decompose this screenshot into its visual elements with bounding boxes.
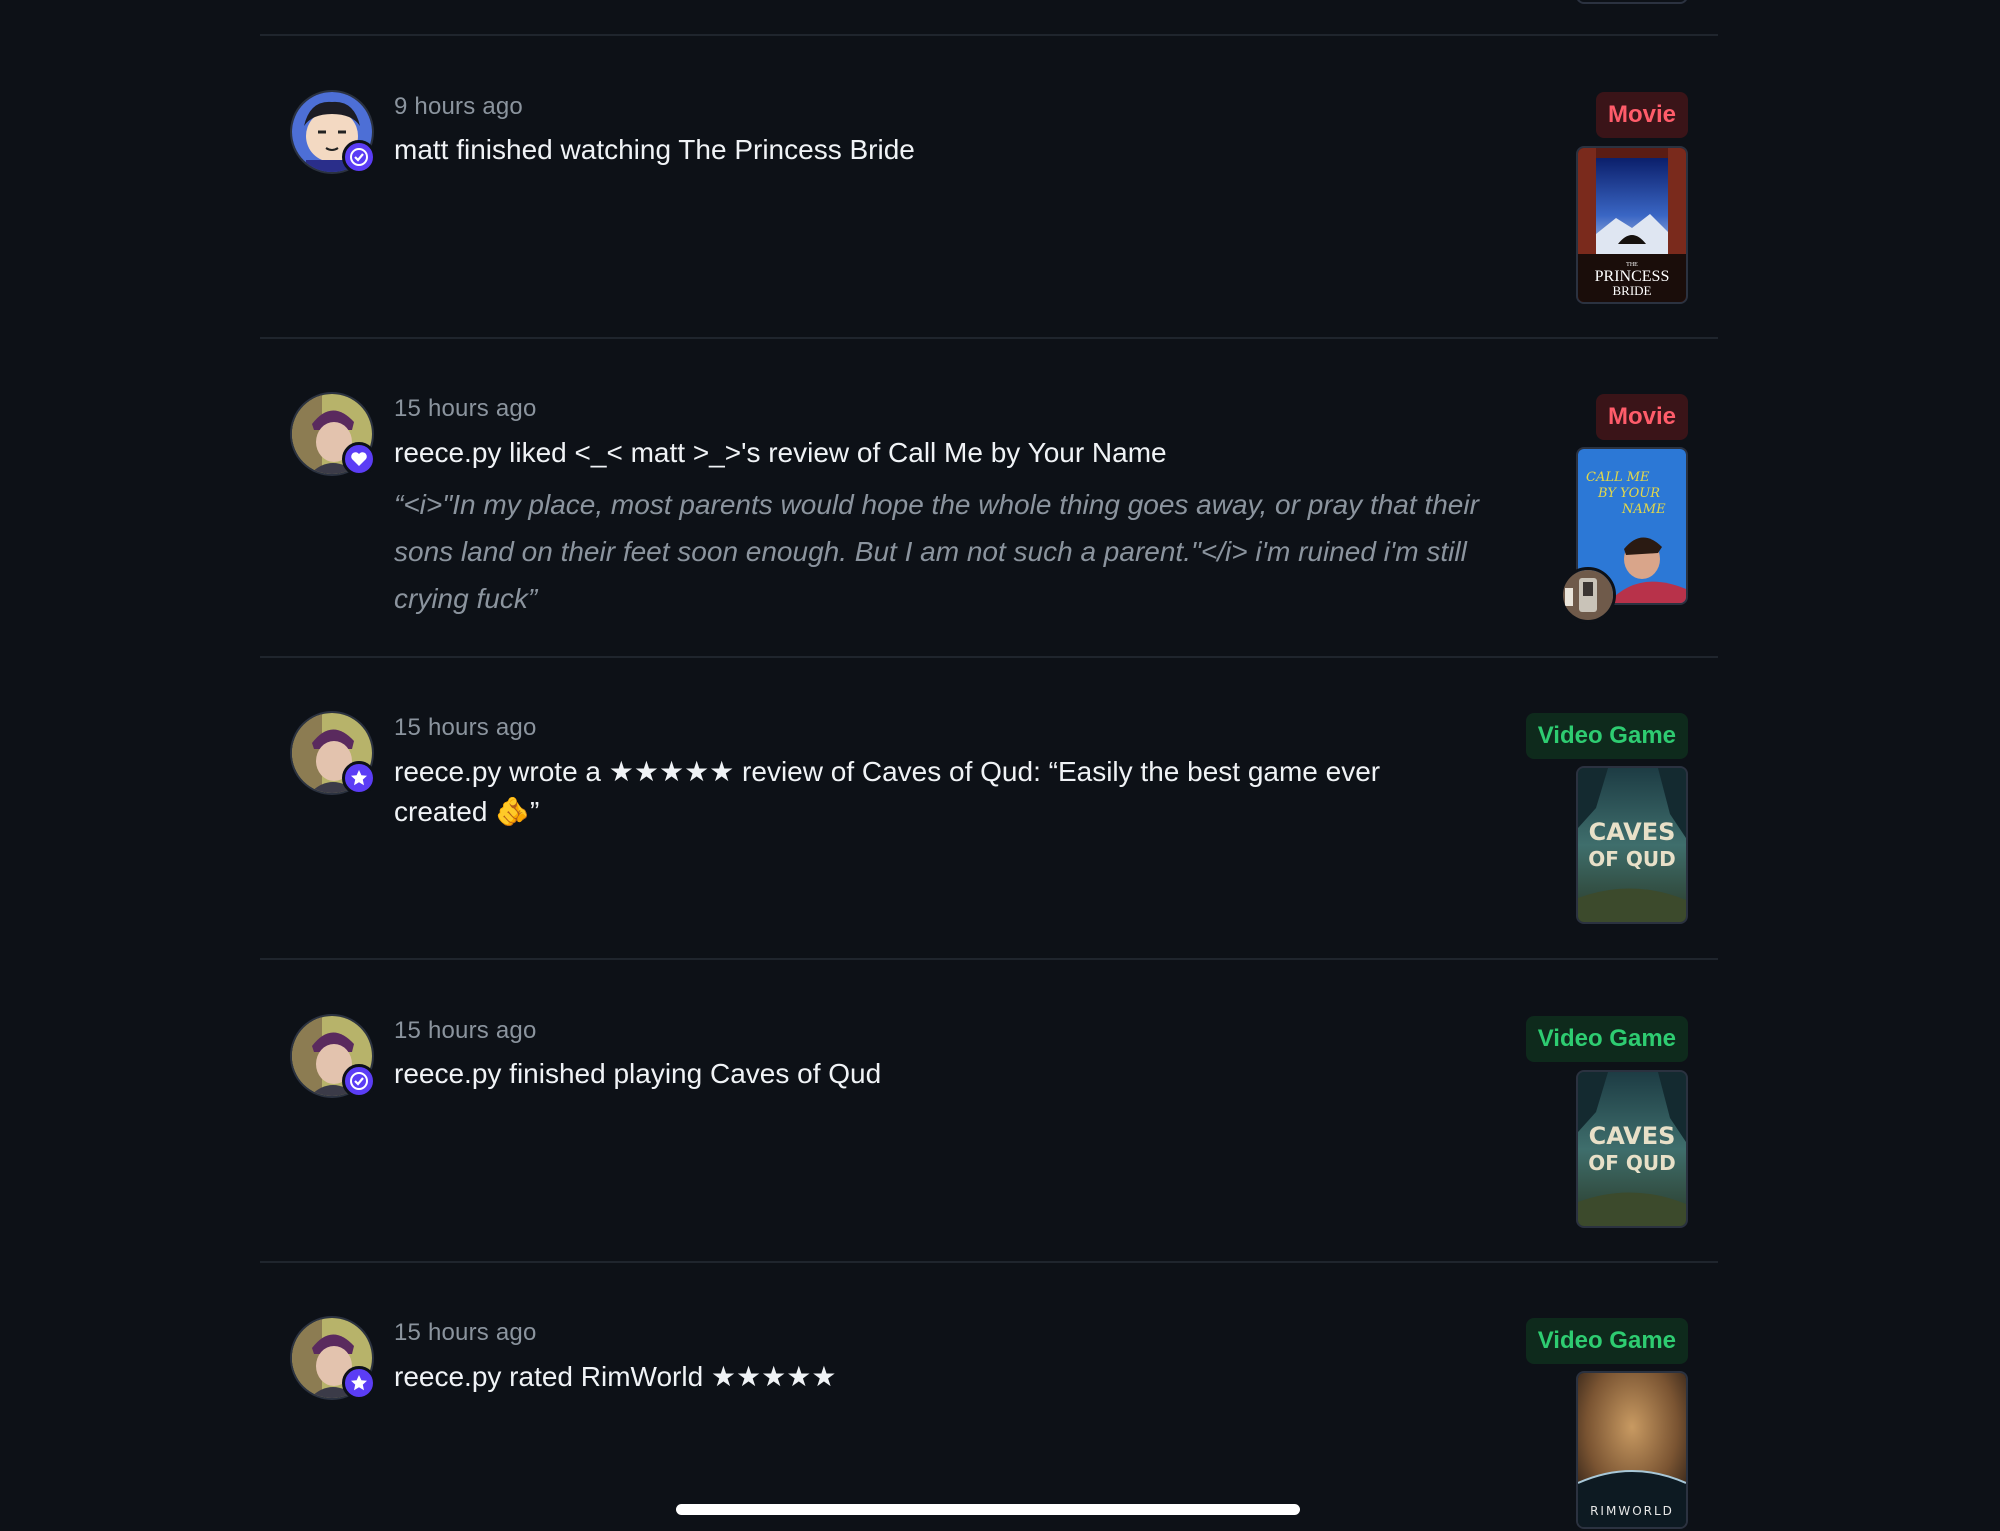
reviewer-avatar-matt[interactable]	[1560, 567, 1616, 623]
poster-line-2: BY YOUR	[1597, 486, 1660, 501]
review-quote[interactable]: “<i>"In my place, most parents would hop…	[394, 481, 1514, 622]
media-type-tag: Video Game	[1525, 1016, 1688, 1062]
poster-line-3: NAME	[1621, 502, 1666, 517]
poster-caves-of-qud[interactable]: CAVES OF QUD	[1576, 1070, 1688, 1228]
home-indicator-bar[interactable]	[676, 1504, 1300, 1515]
poster-title-line-1: CAVES	[1589, 1122, 1676, 1150]
activity-text-line-2[interactable]: created 🫵”	[394, 792, 539, 832]
star-badge	[342, 761, 376, 795]
feed-item-call-me-by-your-name[interactable]: 15 hours ago reece.py liked <_< matt >_>…	[260, 339, 1718, 657]
check-icon	[350, 148, 368, 166]
activity-text[interactable]: reece.py liked <_< matt >_>'s review of …	[394, 433, 1167, 473]
media-type-tag: Movie	[1595, 92, 1688, 138]
feed-item-caves-of-qud-finished[interactable]: 15 hours ago reece.py finished playing C…	[260, 960, 1718, 1261]
media-type-tag: Video Game	[1525, 713, 1688, 759]
timestamp: 15 hours ago	[394, 395, 537, 422]
heart-icon	[351, 452, 367, 466]
media-type-tag: Movie	[1595, 394, 1688, 440]
poster-rimworld[interactable]: RIMWORLD	[1576, 1371, 1688, 1529]
check-badge	[342, 1064, 376, 1098]
timestamp: 15 hours ago	[394, 714, 537, 741]
timestamp: 9 hours ago	[394, 93, 523, 120]
poster-title: RIMWORLD	[1590, 1504, 1674, 1518]
star-badge	[342, 1366, 376, 1400]
star-icon	[351, 1375, 367, 1391]
activity-feed-page: 9 hours ago matt finished watching The P…	[0, 0, 2000, 1531]
poster-title-line-2: OF QUD	[1588, 847, 1675, 871]
timestamp: 15 hours ago	[394, 1319, 537, 1346]
feed-item-caves-of-qud-review[interactable]: 15 hours ago reece.py wrote a ★★★★★ revi…	[260, 658, 1718, 958]
activity-text[interactable]: matt finished watching The Princess Brid…	[394, 130, 915, 170]
poster-princess-bride[interactable]: THE PRINCESS BRIDE	[1576, 146, 1688, 304]
poster-title-bottom: BRIDE	[1613, 283, 1652, 298]
feed-item-rimworld[interactable]: 15 hours ago reece.py rated RimWorld ★★★…	[260, 1263, 1718, 1531]
activity-text[interactable]: reece.py finished playing Caves of Qud	[394, 1054, 881, 1094]
activity-text[interactable]: reece.py rated RimWorld ★★★★★	[394, 1357, 836, 1397]
poster-caves-of-qud[interactable]: CAVES OF QUD	[1576, 766, 1688, 924]
poster-line-1: CALL ME	[1586, 470, 1650, 485]
feed-item-princess-bride[interactable]: 9 hours ago matt finished watching The P…	[260, 36, 1718, 338]
heart-badge	[342, 442, 376, 476]
check-icon	[350, 1072, 368, 1090]
poster-title-line-1: CAVES	[1589, 818, 1676, 846]
star-icon	[351, 770, 367, 786]
activity-text-line-1[interactable]: reece.py wrote a ★★★★★ review of Caves o…	[394, 752, 1380, 792]
media-type-tag: Video Game	[1525, 1318, 1688, 1364]
timestamp: 15 hours ago	[394, 1017, 537, 1044]
previous-item-poster-edge[interactable]	[1576, 0, 1688, 4]
poster-title-line-2: OF QUD	[1588, 1151, 1675, 1175]
check-badge	[342, 140, 376, 174]
